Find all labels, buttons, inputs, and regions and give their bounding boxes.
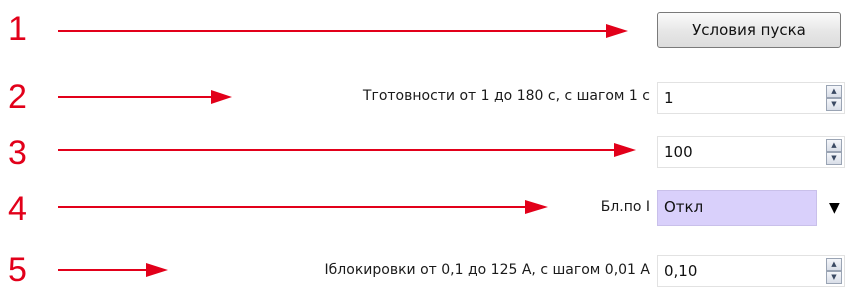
spin-down-icon[interactable]: ▼ <box>826 98 842 111</box>
value-spinbox[interactable]: 100 ▲ ▼ <box>657 136 845 168</box>
arrow-5-head <box>146 263 168 277</box>
spin-down-icon[interactable]: ▼ <box>826 271 842 284</box>
arrow-3-head <box>614 143 636 157</box>
arrow-1-head <box>606 24 628 38</box>
ready-time-spinbox[interactable]: 1 ▲ ▼ <box>657 82 845 114</box>
value-field-value: 100 <box>664 143 693 161</box>
spin-up-icon[interactable]: ▲ <box>826 258 842 271</box>
dropdown-arrow-icon[interactable]: ▼ <box>829 200 840 216</box>
current-block-selected-value[interactable]: Откл <box>657 190 817 226</box>
block-current-spinbox[interactable]: 0,10 ▲ ▼ <box>657 255 845 287</box>
block-current-label: Iблокировки от 0,1 до 125 А, с шагом 0,0… <box>324 262 650 278</box>
spin-down-icon[interactable]: ▼ <box>826 152 842 165</box>
current-block-label: Бл.по I <box>600 199 650 215</box>
spin-up-icon[interactable]: ▲ <box>826 139 842 152</box>
arrow-2-head <box>211 90 232 104</box>
start-conditions-button[interactable]: Условия пуска <box>657 12 841 48</box>
ready-time-value: 1 <box>664 89 674 107</box>
current-block-select[interactable]: Откл ▼ <box>657 190 845 226</box>
arrow-4-head <box>525 200 548 214</box>
block-current-value: 0,10 <box>664 262 698 280</box>
spin-up-icon[interactable]: ▲ <box>826 85 842 98</box>
ready-time-label: Тготовности от 1 до 180 с, с шагом 1 с <box>362 88 650 104</box>
